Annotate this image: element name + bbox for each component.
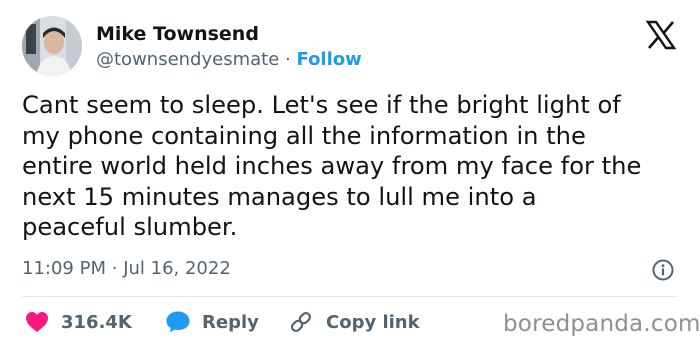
reply-button[interactable]: Reply [165, 309, 259, 335]
handle-separator: · [285, 49, 291, 70]
link-icon [290, 311, 312, 333]
x-logo-icon[interactable] [645, 20, 677, 50]
reply-bubble-icon [166, 311, 190, 333]
copy-link-button[interactable]: Copy link [288, 309, 420, 335]
tweet-date: Jul 16, 2022 [123, 258, 231, 279]
avatar[interactable] [22, 16, 82, 76]
tweet-timestamp[interactable]: 11:09 PM · Jul 16, 2022 [22, 257, 231, 281]
user-handle[interactable]: @townsendyesmate [96, 49, 279, 70]
follow-button[interactable]: Follow [297, 49, 362, 70]
tweet-time: 11:09 PM [22, 258, 106, 279]
like-button[interactable]: 316.4K [25, 309, 132, 335]
heart-icon [26, 312, 48, 332]
meta-separator: · [111, 258, 118, 279]
watermark: boredpanda.com [503, 311, 700, 337]
display-name[interactable]: Mike Townsend [96, 22, 259, 46]
handle-line: @townsendyesmate · Follow [96, 48, 362, 72]
like-count: 316.4K [61, 311, 132, 333]
info-icon[interactable] [651, 258, 675, 282]
avatar-photo [22, 16, 82, 76]
divider [22, 296, 678, 297]
copy-link-label: Copy link [326, 311, 420, 333]
tweet-text: Cant seem to sleep. Let's see if the bri… [22, 91, 642, 242]
reply-label: Reply [202, 311, 259, 333]
tweet-card: Mike Townsend @townsendyesmate · Follow … [0, 0, 700, 348]
